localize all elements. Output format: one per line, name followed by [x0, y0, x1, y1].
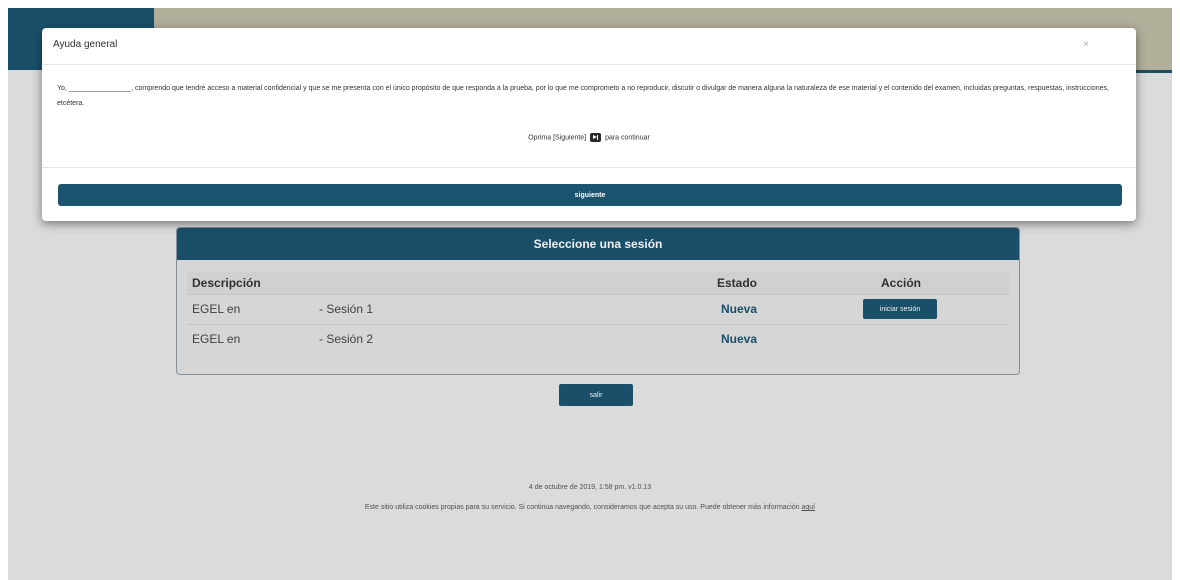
help-modal: Ayuda general × Yo, ________________, co…: [42, 28, 1136, 221]
modal-header: Ayuda general ×: [42, 28, 1136, 65]
modal-body: Yo, ________________, comprendo que tend…: [42, 65, 1136, 168]
modal-title: Ayuda general: [53, 39, 118, 50]
confidentiality-text: Yo, ________________, comprendo que tend…: [57, 85, 1109, 107]
next-button[interactable]: siguiente: [58, 184, 1122, 206]
next-icon: [590, 133, 602, 142]
continue-prefix: Oprima [Siguiente]: [528, 134, 587, 142]
close-icon[interactable]: ×: [1083, 39, 1089, 50]
continue-suffix: para continuar: [605, 134, 650, 142]
continue-instruction: Oprima [Siguiente] para continuar: [42, 133, 1136, 142]
